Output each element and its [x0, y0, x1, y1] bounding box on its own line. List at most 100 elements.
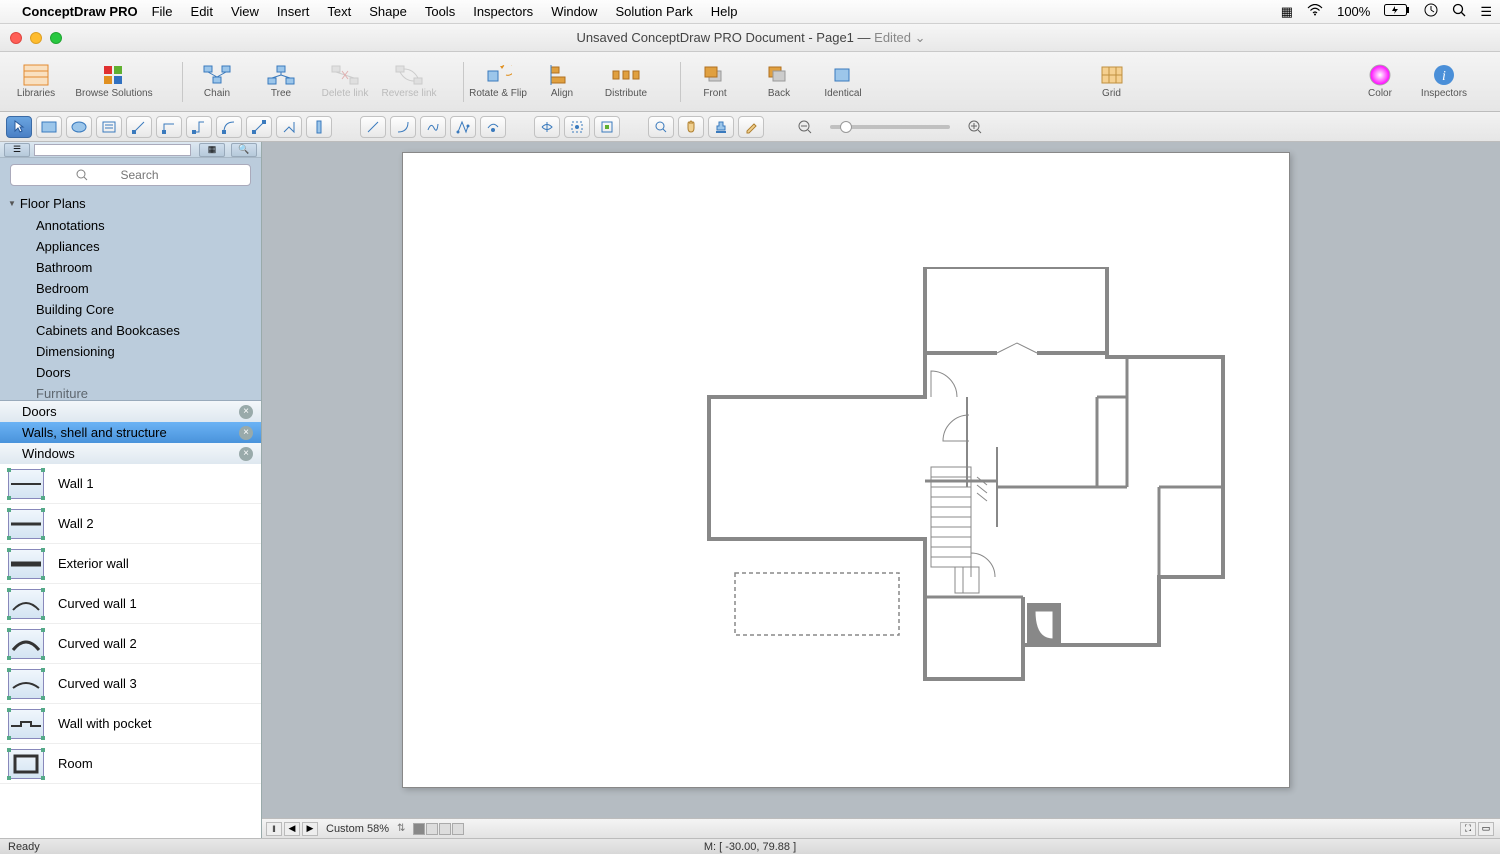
- shape-room[interactable]: Room: [0, 744, 261, 784]
- menu-view[interactable]: View: [231, 4, 259, 19]
- distribute-button[interactable]: Distribute: [598, 64, 654, 99]
- shape-curved-wall-2[interactable]: Curved wall 2: [0, 624, 261, 664]
- document-title[interactable]: Unsaved ConceptDraw PRO Document - Page1…: [62, 30, 1440, 46]
- text-tool[interactable]: [96, 116, 122, 138]
- shape-curved-wall-3[interactable]: Curved wall 3: [0, 664, 261, 704]
- sidebar-grid-view-button[interactable]: ▦: [199, 143, 225, 157]
- tree-cabinets[interactable]: Cabinets and Bookcases: [0, 320, 261, 341]
- zoom-tool[interactable]: [648, 116, 674, 138]
- front-button[interactable]: Front: [687, 64, 743, 99]
- connector-2[interactable]: [156, 116, 182, 138]
- layout-icon[interactable]: ▦: [1281, 4, 1293, 20]
- shape-exterior-wall[interactable]: Exterior wall: [0, 544, 261, 584]
- battery-icon[interactable]: [1384, 4, 1410, 19]
- page-thumb-1[interactable]: [413, 823, 425, 835]
- connector-7[interactable]: [306, 116, 332, 138]
- tree-annotations[interactable]: Annotations: [0, 215, 261, 236]
- tree-furniture[interactable]: Furniture: [0, 383, 261, 400]
- tree-bedroom[interactable]: Bedroom: [0, 278, 261, 299]
- tree-floor-plans[interactable]: Floor Plans: [0, 192, 261, 215]
- fit-button-1[interactable]: ⛶: [1460, 822, 1476, 836]
- shape-wall-pocket[interactable]: Wall with pocket: [0, 704, 261, 744]
- rotate-flip-button[interactable]: Rotate & Flip: [470, 64, 526, 99]
- arc-tool[interactable]: [390, 116, 416, 138]
- shape-wall-2[interactable]: Wall 2: [0, 504, 261, 544]
- canvas-area[interactable]: ‖ ◀ ▶ Custom 58% ⇅ ⛶ ▭: [262, 142, 1500, 838]
- menu-icon[interactable]: ☰: [1480, 4, 1492, 20]
- close-button[interactable]: [10, 32, 22, 44]
- connector-3[interactable]: [186, 116, 212, 138]
- zoom-level[interactable]: Custom 58%: [326, 823, 389, 835]
- stamp-tool[interactable]: [708, 116, 734, 138]
- tree-dimensioning[interactable]: Dimensioning: [0, 341, 261, 362]
- next-page-button[interactable]: ▶: [302, 822, 318, 836]
- snap-tool-1[interactable]: [534, 116, 560, 138]
- libraries-button[interactable]: Libraries: [8, 64, 64, 99]
- menu-solution-park[interactable]: Solution Park: [615, 4, 692, 19]
- tree-doors[interactable]: Doors: [0, 362, 261, 383]
- menu-shape[interactable]: Shape: [369, 4, 407, 19]
- connector-5[interactable]: [246, 116, 272, 138]
- menu-inspectors[interactable]: Inspectors: [473, 4, 533, 19]
- clock-icon[interactable]: [1424, 3, 1438, 20]
- browse-solutions-button[interactable]: Browse Solutions: [72, 64, 156, 99]
- hand-tool[interactable]: [678, 116, 704, 138]
- connector-6[interactable]: [276, 116, 302, 138]
- tree-building-core[interactable]: Building Core: [0, 299, 261, 320]
- freehand-tool[interactable]: [480, 116, 506, 138]
- canvas-page[interactable]: [402, 152, 1290, 788]
- rect-tool[interactable]: [36, 116, 62, 138]
- sidebar-path-field[interactable]: [34, 144, 191, 156]
- zoom-out-button[interactable]: [792, 116, 818, 138]
- inspectors-button[interactable]: i Inspectors: [1416, 64, 1472, 99]
- lib-windows[interactable]: Windows×: [0, 443, 261, 464]
- lib-doors[interactable]: Doors×: [0, 401, 261, 422]
- app-name[interactable]: ConceptDraw PRO: [22, 4, 138, 19]
- grid-button[interactable]: Grid: [1084, 64, 1140, 99]
- zoom-stepper[interactable]: ⇅: [397, 823, 405, 834]
- menu-window[interactable]: Window: [551, 4, 597, 19]
- menu-tools[interactable]: Tools: [425, 4, 455, 19]
- page-thumb-3[interactable]: [439, 823, 451, 835]
- page-thumb-4[interactable]: [452, 823, 464, 835]
- line-tool[interactable]: [360, 116, 386, 138]
- color-button[interactable]: Color: [1352, 64, 1408, 99]
- spotlight-icon[interactable]: [1452, 3, 1466, 20]
- spline-tool[interactable]: [420, 116, 446, 138]
- tree-button[interactable]: Tree: [253, 64, 309, 99]
- prev-page-button[interactable]: ◀: [284, 822, 300, 836]
- menu-insert[interactable]: Insert: [277, 4, 310, 19]
- identical-button[interactable]: Identical: [815, 64, 871, 99]
- tree-bathroom[interactable]: Bathroom: [0, 257, 261, 278]
- zoom-button[interactable]: [50, 32, 62, 44]
- wifi-icon[interactable]: [1307, 4, 1323, 19]
- delete-link-button[interactable]: Delete link: [317, 64, 373, 99]
- chain-button[interactable]: Chain: [189, 64, 245, 99]
- connector-4[interactable]: [216, 116, 242, 138]
- close-icon[interactable]: ×: [239, 447, 253, 461]
- zoom-slider[interactable]: [830, 125, 950, 129]
- search-input[interactable]: [10, 164, 251, 186]
- minimize-button[interactable]: [30, 32, 42, 44]
- reverse-link-button[interactable]: Reverse link: [381, 64, 437, 99]
- align-button[interactable]: Align: [534, 64, 590, 99]
- shape-wall-1[interactable]: Wall 1: [0, 464, 261, 504]
- page-thumb-2[interactable]: [426, 823, 438, 835]
- menu-text[interactable]: Text: [327, 4, 351, 19]
- lib-walls[interactable]: Walls, shell and structure×: [0, 422, 261, 443]
- pointer-tool[interactable]: [6, 116, 32, 138]
- connector-1[interactable]: [126, 116, 152, 138]
- fit-button-2[interactable]: ▭: [1478, 822, 1494, 836]
- back-button[interactable]: Back: [751, 64, 807, 99]
- shape-curved-wall-1[interactable]: Curved wall 1: [0, 584, 261, 624]
- panel-toggle-button[interactable]: ‖: [266, 822, 282, 836]
- zoom-in-button[interactable]: [962, 116, 988, 138]
- sidebar-view-list-button[interactable]: ☰: [4, 143, 30, 157]
- menu-file[interactable]: File: [152, 4, 173, 19]
- bezier-tool[interactable]: [450, 116, 476, 138]
- tree-appliances[interactable]: Appliances: [0, 236, 261, 257]
- menu-help[interactable]: Help: [711, 4, 738, 19]
- menu-edit[interactable]: Edit: [191, 4, 213, 19]
- close-icon[interactable]: ×: [239, 405, 253, 419]
- snap-tool-3[interactable]: [594, 116, 620, 138]
